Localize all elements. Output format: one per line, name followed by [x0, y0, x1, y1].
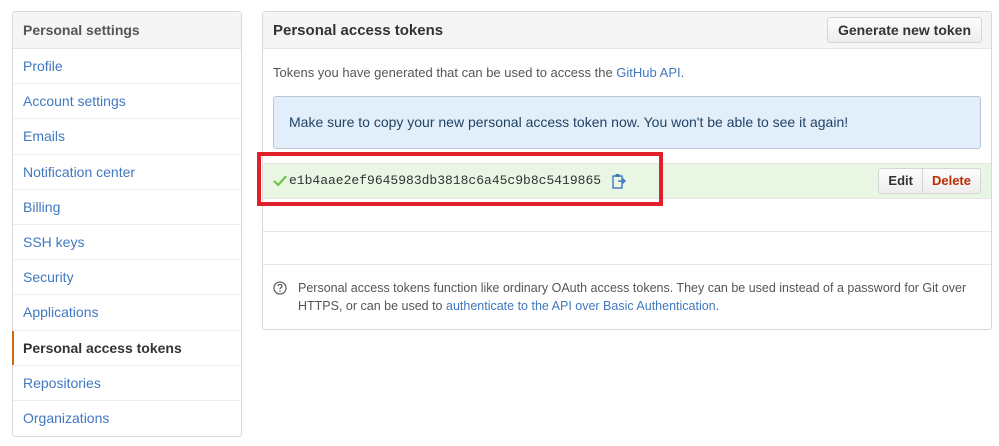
list-divider: [263, 231, 991, 232]
sidebar-item-billing[interactable]: Billing: [13, 190, 241, 225]
help-suffix: .: [715, 299, 720, 313]
flash-notice: Make sure to copy your new personal acce…: [273, 96, 981, 149]
sidebar-item-notification-center[interactable]: Notification center: [13, 155, 241, 190]
sidebar-item-organizations[interactable]: Organizations: [13, 401, 241, 436]
help-note: Personal access tokens function like ord…: [273, 279, 978, 315]
section-divider: [263, 264, 991, 265]
panel-header: Personal access tokens Generate new toke…: [263, 12, 991, 49]
sidebar-item-profile[interactable]: Profile: [13, 49, 241, 85]
page-title: Personal access tokens: [273, 22, 444, 39]
red-highlight-box: [257, 152, 663, 206]
token-actions: Edit Delete: [878, 168, 981, 194]
settings-sidebar: Personal settings Profile Account settin…: [12, 11, 242, 438]
sidebar-header: Personal settings: [13, 12, 241, 49]
delete-token-button[interactable]: Delete: [922, 168, 981, 194]
sidebar-item-ssh-keys[interactable]: SSH keys: [13, 225, 241, 261]
sidebar-item-security[interactable]: Security: [13, 260, 241, 296]
intro-text: Tokens you have generated that can be us…: [273, 65, 684, 80]
basic-auth-link[interactable]: authenticate to the API over Basic Authe…: [446, 299, 716, 313]
intro-prefix: Tokens you have generated that can be us…: [273, 65, 617, 80]
generate-new-token-button[interactable]: Generate new token: [826, 17, 982, 43]
intro-suffix: .: [680, 65, 685, 80]
sidebar-item-personal-access-tokens[interactable]: Personal access tokens: [12, 330, 241, 366]
sidebar-item-emails[interactable]: Emails: [13, 119, 241, 155]
sidebar-item-repositories[interactable]: Repositories: [13, 366, 241, 401]
edit-token-button[interactable]: Edit: [878, 168, 923, 194]
github-api-link[interactable]: GitHub API: [616, 65, 680, 80]
question-icon: [273, 281, 287, 295]
sidebar-item-account-settings[interactable]: Account settings: [13, 84, 241, 120]
sidebar-item-applications[interactable]: Applications: [13, 295, 241, 331]
